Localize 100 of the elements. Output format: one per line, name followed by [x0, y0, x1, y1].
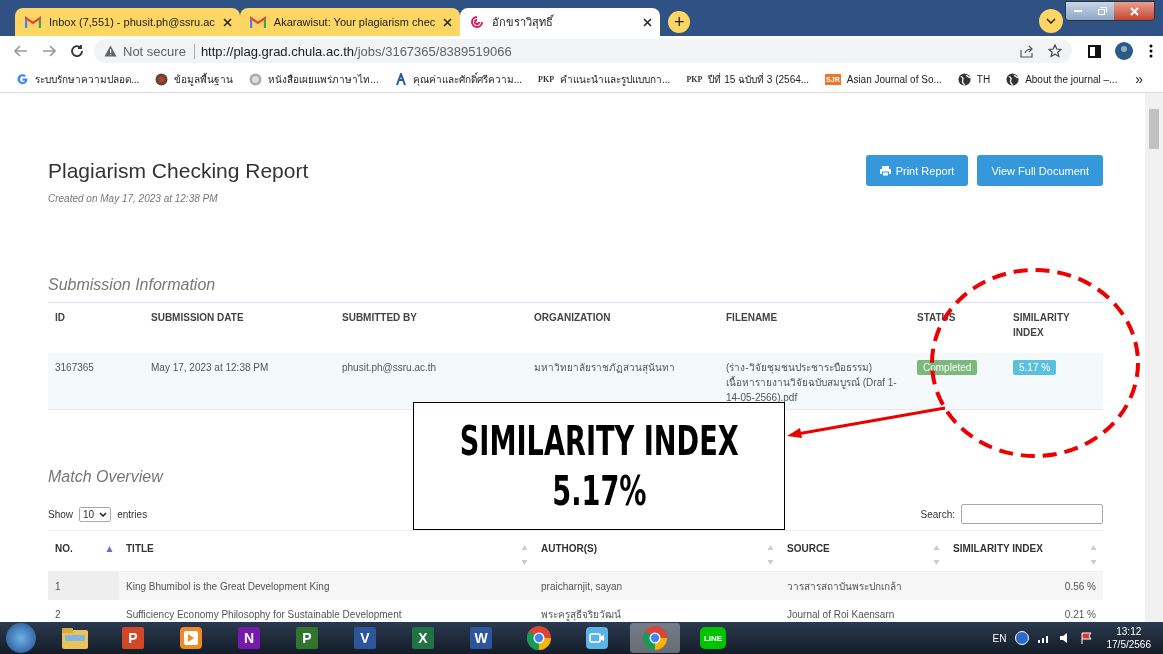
section-heading: Match Overview [48, 468, 163, 486]
new-tab-button[interactable]: + [668, 11, 691, 33]
close-button[interactable] [1114, 2, 1154, 20]
tab-search-button[interactable] [1039, 9, 1063, 33]
reload-icon[interactable] [70, 44, 84, 58]
bookmark[interactable]: ระบบรักษาความปลอด... [35, 71, 140, 87]
column-header: FILENAME [725, 311, 779, 325]
entries-select[interactable]: 10 [79, 506, 112, 522]
chevron-icon [1046, 18, 1056, 24]
url-text: http://plag.grad.chula.ac.th/jobs/3167365/8389519066 [200, 43, 512, 59]
start-button[interactable] [6, 623, 36, 653]
column-header[interactable]: SOURCE [787, 543, 830, 554]
search-field[interactable] [961, 504, 1103, 524]
column-header[interactable]: SIMILARITY INDEX [953, 543, 1043, 554]
column-header[interactable]: AUTHOR(S) [541, 543, 598, 554]
address-bar[interactable]: Not secure http://plag.grad.chula.ac.th/jobs/3167365/8389519066 [94, 39, 1072, 63]
security-label: Not secure [123, 43, 195, 59]
column-header[interactable]: NO. [55, 543, 73, 554]
bookmark[interactable]: Asian Journal of So... [846, 73, 942, 85]
crest-icon [155, 72, 169, 86]
forward-icon[interactable] [42, 45, 56, 57]
camera-icon [585, 626, 609, 650]
language-indicator[interactable]: EN [992, 632, 1007, 644]
bookmark[interactable]: ปีที่ 15 ฉบับที่ 3 (2564... [708, 71, 810, 87]
taskbar-app[interactable]: V [340, 623, 390, 653]
menu-icon[interactable] [1149, 44, 1153, 58]
callout-text: 5.17% [551, 467, 647, 516]
column-header: ID [54, 311, 66, 325]
table-cell-text: วารสารสถาบันพระปกเกล้า [786, 579, 903, 594]
scrollbar[interactable] [1145, 93, 1163, 622]
table-cell-text: phusit.ph@ssru.ac.th [341, 361, 438, 375]
column-header[interactable]: TITLE [126, 543, 154, 554]
play-icon [179, 626, 203, 650]
table-cell-text: มหาวิทยาลัยราชภัฏสวนสุนันทา [533, 361, 676, 376]
column-header: SIMILARITY INDEX [1012, 311, 1071, 340]
bookmark[interactable]: หนังสือเผยแพร่ภาษาไท... [268, 71, 379, 87]
app-icon: W [470, 627, 492, 649]
bookmark[interactable]: About the journal –... [1025, 73, 1118, 85]
show-label: Show [48, 508, 73, 520]
flag-icon[interactable] [1080, 632, 1093, 644]
clock[interactable]: 13:12 17/5/2566 [1100, 625, 1157, 651]
pkp-logo-text: PKP [686, 74, 703, 84]
app-icon: N [238, 627, 260, 649]
taskbar-app[interactable]: N [224, 623, 274, 653]
table-cell-text: 2 [54, 607, 62, 622]
sort-icon[interactable] [106, 545, 113, 553]
star-icon[interactable] [1048, 44, 1062, 58]
google-icon [16, 72, 29, 86]
taskbar-app[interactable]: X [398, 623, 448, 653]
printer-icon [879, 165, 891, 176]
table-cell-text: praicharnjit, sayan [540, 579, 624, 594]
browser-tab[interactable]: อักขราวิสุทธิ์ [460, 8, 661, 36]
bookmark[interactable]: ข้อมูลพื้นฐาน [174, 71, 234, 87]
chrome-icon [642, 625, 668, 651]
search-label: Search: [920, 508, 955, 520]
bookmark[interactable]: คุณค่าและศักดิ์ศรีความ... [412, 71, 523, 87]
swirl-icon [470, 15, 485, 29]
table-cell-text: Journal of Roi Kaensarn [786, 607, 896, 622]
network-icon[interactable] [1036, 633, 1051, 643]
report-title: Plagiarism Checking Report [48, 159, 309, 183]
seal-icon [249, 72, 263, 86]
back-icon[interactable] [14, 45, 28, 57]
more-bookmarks-button[interactable]: » [1135, 71, 1143, 87]
bookmark[interactable]: คำแนะนำและรูปแบบกา... [560, 71, 671, 87]
globe-icon [1006, 72, 1020, 86]
globe-icon [957, 72, 971, 86]
app-icon: X [412, 627, 434, 649]
taskbar-app[interactable]: W [456, 623, 506, 653]
app-icon: P [122, 627, 144, 649]
close-icon [1129, 6, 1139, 16]
column-header: ORGANIZATION [533, 311, 612, 325]
mail-icon [25, 16, 41, 28]
side-panel-icon[interactable] [1088, 44, 1101, 58]
table-cell-text: 3167365 [54, 361, 95, 375]
table-cell-text: King Bhumibol is the Great Development King [125, 579, 331, 594]
browser-tab[interactable]: Inbox (7,551) - phusit.ph@ssru.ac [15, 8, 240, 36]
table-cell: 1 [48, 572, 119, 600]
close-icon[interactable] [222, 17, 232, 27]
table-cell-text: พระครูสุธีจริยวัฒน์ [540, 607, 622, 622]
table-cell-text: May 17, 2023 at 12:38 PM [150, 361, 270, 375]
close-icon[interactable] [643, 17, 653, 27]
bookmark[interactable]: TH [976, 73, 991, 85]
share-icon[interactable] [1020, 44, 1034, 58]
mail-icon [249, 16, 266, 28]
pkp-logo-text: PKP [538, 74, 555, 84]
browser-tab[interactable]: Akarawisut: Your plagiarism chec [239, 8, 461, 36]
line-app-icon: LINE [700, 627, 726, 649]
close-icon[interactable] [443, 17, 453, 27]
similarity-badge: 5.17 % [1013, 360, 1057, 375]
table-cell-text: Sufficiency Economy Philosophy for Sustainable Development [125, 607, 403, 622]
created-date: Created on May 17, 2023 at 12:38 PM [48, 193, 219, 204]
taskbar-app[interactable]: P [282, 623, 332, 653]
profile-avatar[interactable] [1115, 42, 1133, 60]
app-icon: V [354, 627, 376, 649]
column-header: SUBMITTED BY [341, 311, 418, 325]
callout-text: SIMILARITY INDEX [459, 417, 739, 466]
warning-icon [104, 45, 117, 57]
taskbar-app[interactable]: P [108, 623, 158, 653]
table-cell-text: 0.56 % [1063, 579, 1097, 594]
restore-icon [1097, 7, 1107, 15]
